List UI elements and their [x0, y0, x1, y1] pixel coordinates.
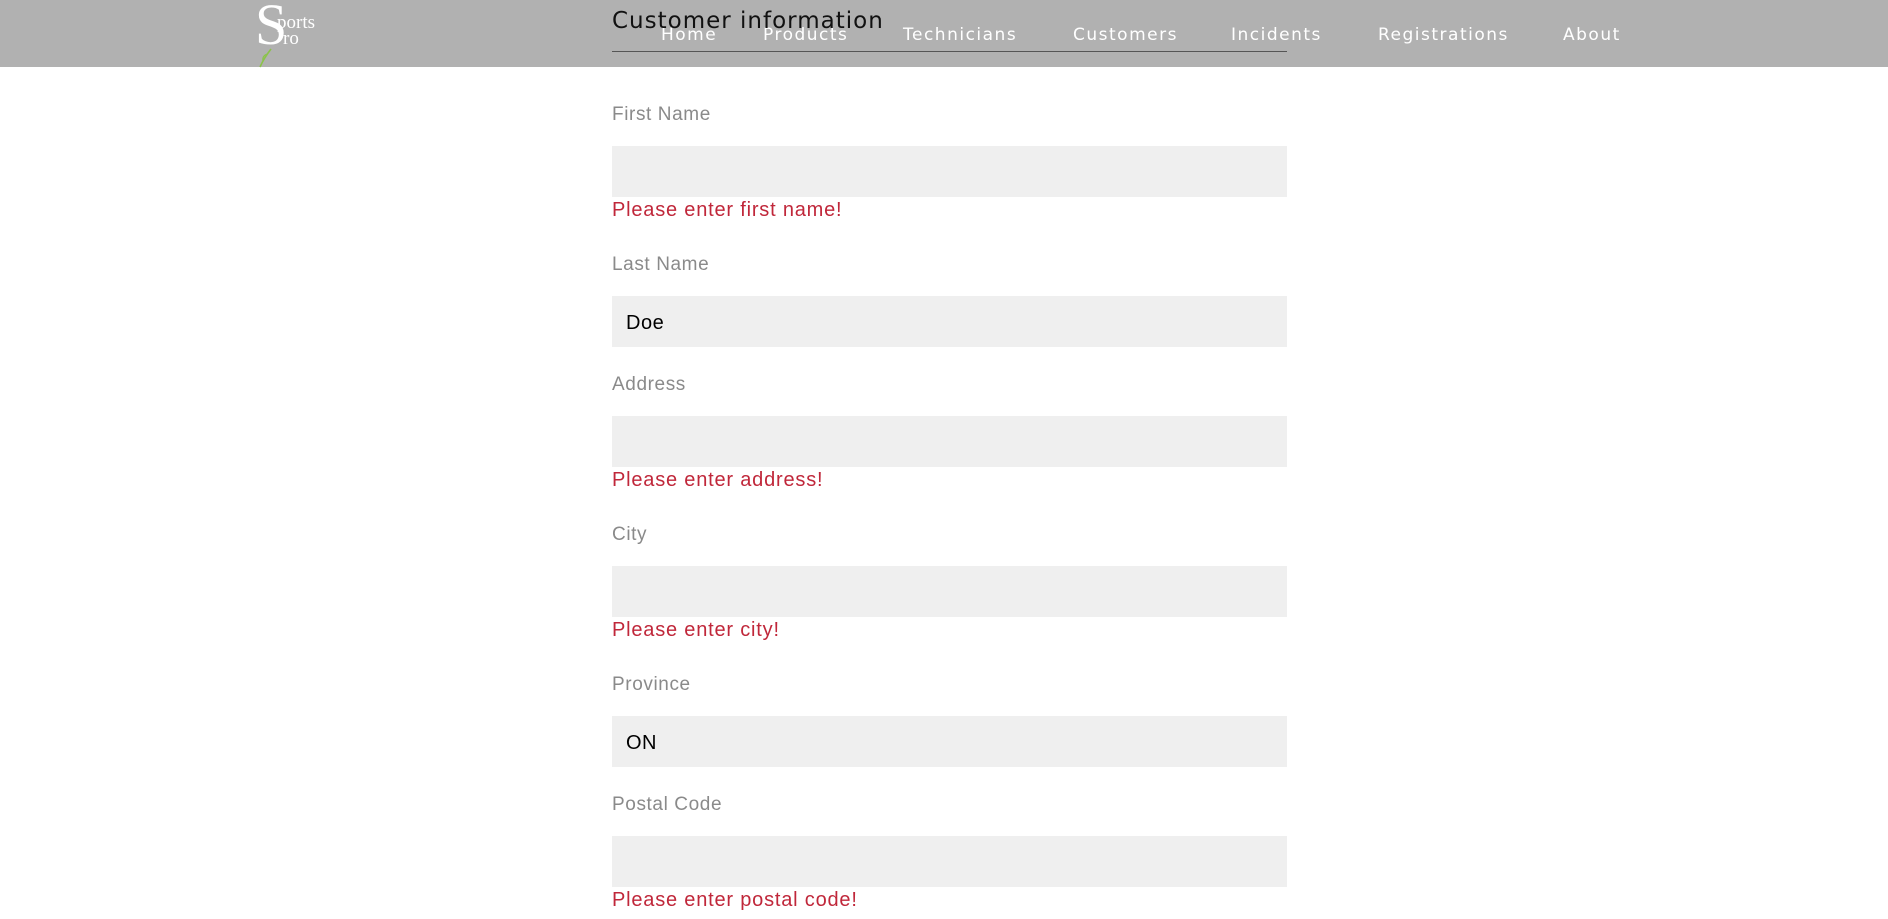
- province-label: Province: [612, 674, 691, 695]
- logo-text-ro: ro: [283, 28, 299, 49]
- nav-incidents[interactable]: Incidents: [1231, 25, 1322, 45]
- last-name-label: Last Name: [612, 254, 710, 275]
- sports-pro-logo[interactable]: S ports ro: [255, 0, 335, 68]
- city-field[interactable]: [612, 566, 1287, 617]
- first-name-field[interactable]: [612, 146, 1287, 197]
- last-name-field[interactable]: [612, 296, 1287, 347]
- address-field[interactable]: [612, 416, 1287, 467]
- header-bar: S ports ro Home Products Technicians Cus…: [0, 0, 1888, 68]
- province-field[interactable]: [612, 716, 1287, 767]
- nav-registrations[interactable]: Registrations: [1378, 25, 1509, 45]
- page-title: Customer information: [612, 8, 884, 34]
- address-label: Address: [612, 374, 686, 395]
- city-label: City: [612, 524, 648, 545]
- city-error: Please enter city!: [612, 619, 780, 641]
- first-name-error: Please enter first name!: [612, 199, 843, 221]
- nav-technicians[interactable]: Technicians: [903, 25, 1017, 45]
- first-name-label: First Name: [612, 104, 711, 125]
- postal-code-error: Please enter postal code!: [612, 889, 858, 911]
- postal-code-field[interactable]: [612, 836, 1287, 887]
- title-divider: [612, 51, 1287, 52]
- postal-code-label: Postal Code: [612, 794, 723, 815]
- nav-customers[interactable]: Customers: [1073, 25, 1178, 45]
- nav-about[interactable]: About: [1563, 25, 1621, 45]
- address-error: Please enter address!: [612, 469, 824, 491]
- leaf-icon: [259, 48, 272, 68]
